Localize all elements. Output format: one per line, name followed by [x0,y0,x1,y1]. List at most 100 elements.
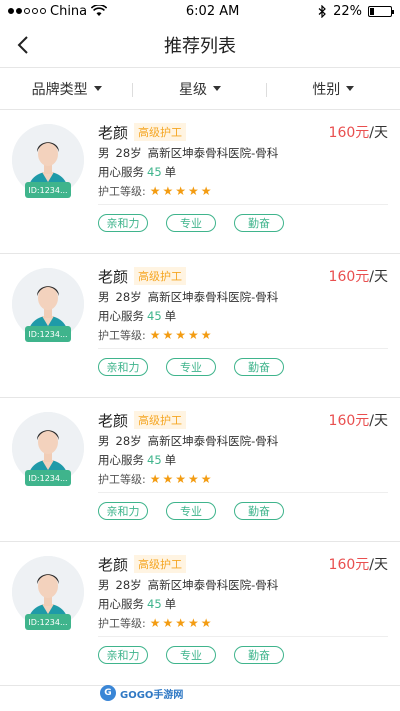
divider [98,492,388,493]
service-line: 用心服务 45 单 [98,307,388,326]
profile-line: 男 28岁 高新区坤泰骨科医院-骨科 [98,288,388,307]
caregiver-name: 老颜 [98,411,129,430]
star-icon: ★ [188,616,199,630]
star-icon: ★ [162,328,174,342]
tag-list: 亲和力 专业 勤奋 [98,646,284,664]
tag[interactable]: 专业 [166,646,216,664]
age: 28岁 [115,290,142,304]
caregiver-card[interactable]: ID:1234... 老颜 高级护工 160元/天 男 28岁 高新区坤泰骨科医院-… [0,398,400,542]
filter-label: 星级 [178,81,207,98]
avatar-wrap: ID:1234... [12,556,84,630]
battery-icon [367,5,394,17]
watermark: G GOGO手游网 [100,685,183,701]
tag[interactable]: 亲和力 [98,502,148,520]
profile-line: 男 28岁 高新区坤泰骨科医院-骨科 [98,144,388,163]
star-icon: ★ [149,472,161,486]
back-button[interactable] [10,32,36,58]
age: 28岁 [115,434,142,448]
tag[interactable]: 亲和力 [98,358,148,376]
filter-label: 性别 [312,81,341,98]
caregiver-info: 老颜 高级护工 160元/天 男 28岁 高新区坤泰骨科医院-骨科 用心服务 45 单 … [98,408,388,488]
service-suffix: 单 [164,453,177,467]
service-count: 45 [147,309,162,323]
tag[interactable]: 勤奋 [234,646,284,664]
price-unit: /天 [369,269,388,285]
watermark-text: GOGO手游网 [120,689,184,701]
clock: 6:02 AM [185,3,240,19]
carrier-info: China [8,4,108,19]
status-bar: China 6:02 AM 22% [0,0,400,22]
filter-brand-type[interactable]: 品牌类型 [0,79,134,99]
battery-percent: 22% [333,3,362,19]
caregiver-card[interactable]: ID:1234... 老颜 高级护工 160元/天 男 28岁 高新区坤泰骨科医院-… [0,542,400,686]
id-badge: ID:1234... [25,614,71,630]
avatar-wrap: ID:1234... [12,268,84,342]
tag[interactable]: 勤奋 [234,214,284,232]
id-badge: ID:1234... [25,326,71,342]
tag[interactable]: 亲和力 [98,214,148,232]
caret-down-icon [93,86,102,91]
price-unit: /天 [369,125,388,141]
level-badge: 高级护工 [134,411,187,429]
star-icon: ★ [200,472,212,486]
caregiver-card[interactable]: ID:1234... 老颜 高级护工 160元/天 男 28岁 高新区坤泰骨科医院-… [0,254,400,398]
gender: 男 [98,146,110,160]
price: 160元/天 [329,554,388,574]
age: 28岁 [115,146,142,160]
avatar-wrap: ID:1234... [12,124,84,198]
level-badge: 高级护工 [134,555,187,573]
hospital: 高新区坤泰骨科医院-骨科 [147,434,279,448]
price-unit: /天 [369,413,388,429]
tag[interactable]: 勤奋 [234,502,284,520]
divider [98,348,388,349]
service-count: 45 [147,597,162,611]
caregiver-name: 老颜 [98,555,129,574]
service-line: 用心服务 45 单 [98,595,388,614]
star-icon: ★ [175,184,187,198]
service-prefix: 用心服务 [98,597,144,611]
price: 160元/天 [329,266,388,286]
nav-bar: 推荐列表 [0,22,400,68]
star-icon: ★ [149,184,161,198]
signal-icon [8,8,46,14]
tag[interactable]: 专业 [166,358,216,376]
star-icon: ★ [175,328,187,342]
star-icon: ★ [162,472,174,486]
profile-line: 男 28岁 高新区坤泰骨科医院-骨科 [98,576,388,595]
tag[interactable]: 亲和力 [98,646,148,664]
tag[interactable]: 勤奋 [234,358,284,376]
chevron-left-icon [17,36,28,54]
service-count: 45 [147,165,162,179]
level-badge: 高级护工 [134,123,187,141]
profile-line: 男 28岁 高新区坤泰骨科医院-骨科 [98,432,388,451]
tag[interactable]: 专业 [166,214,216,232]
grade-label: 护工等级: [98,185,146,198]
star-icon: ★ [162,184,174,198]
filter-star-rating[interactable]: 星级 [133,79,267,99]
tag-list: 亲和力 专业 勤奋 [98,502,284,520]
caregiver-card[interactable]: ID:1234... 老颜 高级护工 160元/天 男 28岁 高新区坤泰骨科医院-… [0,110,400,254]
bluetooth-icon [318,4,326,18]
gogo-logo-icon: G [100,685,116,701]
tag[interactable]: 专业 [166,502,216,520]
caregiver-name: 老颜 [98,123,129,142]
gender: 男 [98,578,110,592]
grade-row: 护工等级: ★ ★ ★ ★ ★ [98,614,388,632]
hospital: 高新区坤泰骨科医院-骨科 [147,290,279,304]
filter-label: 品牌类型 [31,81,88,98]
star-rating: ★ ★ ★ ★ ★ [150,328,212,342]
age: 28岁 [115,578,142,592]
id-badge: ID:1234... [25,182,71,198]
price-value: 160元 [328,557,370,573]
page-title: 推荐列表 [164,35,236,57]
grade-row: 护工等级: ★ ★ ★ ★ ★ [98,326,388,344]
star-icon: ★ [162,616,174,630]
grade-label: 护工等级: [98,329,146,342]
caregiver-info: 老颜 高级护工 160元/天 男 28岁 高新区坤泰骨科医院-骨科 用心服务 45 单 … [98,264,388,344]
wifi-icon [91,5,108,16]
filter-gender[interactable]: 性别 [267,79,400,99]
service-prefix: 用心服务 [98,309,144,323]
star-icon: ★ [175,616,187,630]
tag-list: 亲和力 专业 勤奋 [98,358,284,376]
star-icon: ★ [200,616,212,630]
